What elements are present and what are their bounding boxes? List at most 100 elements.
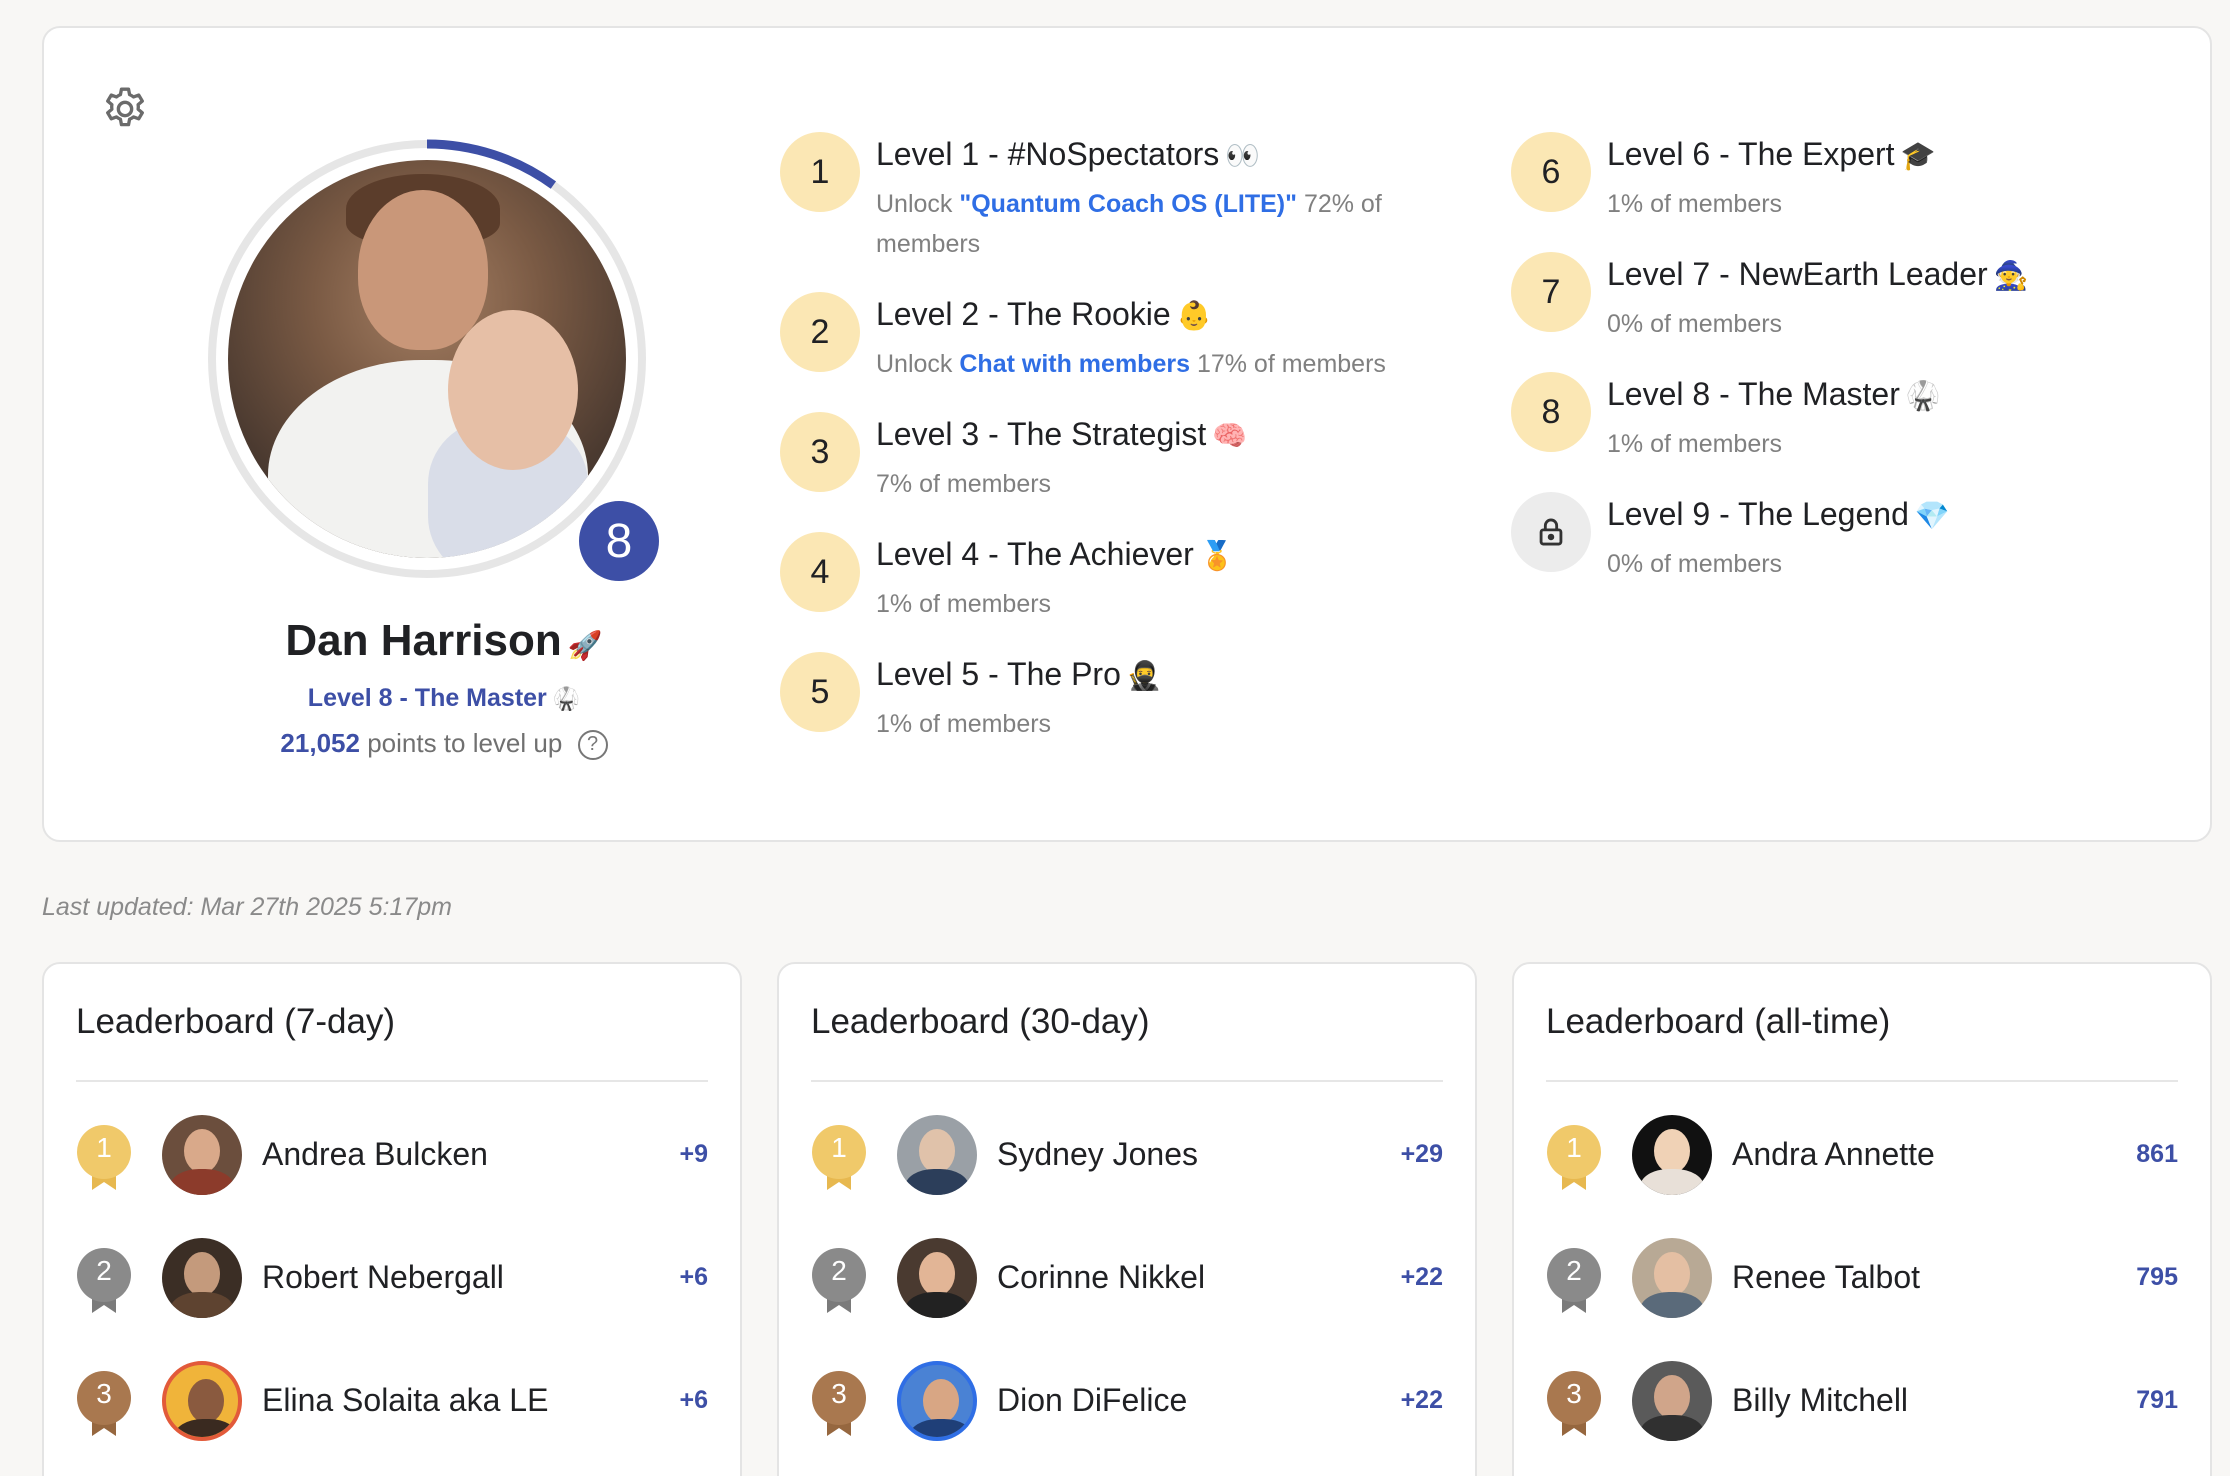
rocket-icon: 🚀: [567, 630, 603, 661]
member-name[interactable]: Billy Mitchell: [1732, 1382, 1908, 1419]
martial-arts-uniform-icon: 🥋: [1905, 380, 1941, 411]
divider: [76, 1080, 708, 1082]
wizard-icon: 🧙: [1993, 260, 2029, 291]
level-members: 0% of members: [1607, 550, 1783, 578]
member-points: +6: [679, 1263, 708, 1291]
member-points: +29: [1400, 1140, 1443, 1168]
level-number-circle: 8: [1511, 372, 1591, 452]
divider: [811, 1080, 1443, 1082]
brain-icon: 🧠: [1212, 420, 1248, 451]
avatar[interactable]: [897, 1115, 977, 1195]
level-number-circle: 5: [780, 652, 860, 732]
bronze-medal-icon: 3: [1546, 1370, 1602, 1438]
level-members: 1% of members: [1607, 430, 1783, 458]
member-points: 861: [2136, 1140, 2178, 1168]
leaderboard-row: 1 Sydney Jones +29: [811, 1110, 1443, 1200]
leaderboard-row: 2 Corinne Nikkel +22: [811, 1233, 1443, 1323]
unlock-link-chat[interactable]: Chat with members: [959, 350, 1190, 378]
leaderboard-row: 3 Billy Mitchell 791: [1546, 1356, 2178, 1446]
gear-icon[interactable]: [100, 84, 150, 134]
level-title: Level 5 - The Pro 🥷: [876, 656, 1162, 692]
member-name[interactable]: Renee Talbot: [1732, 1259, 1920, 1296]
level-members: 1% of members: [1607, 190, 1783, 218]
avatar[interactable]: [1632, 1115, 1712, 1195]
level-title: Level 8 - The Master 🥋: [1607, 376, 1941, 412]
member-name[interactable]: Elina Solaita aka LE: [262, 1382, 548, 1419]
level-title: Level 6 - The Expert 🎓: [1607, 136, 1936, 172]
unlock-link-quantum-coach[interactable]: "Quantum Coach OS (LITE)": [959, 190, 1297, 218]
leaderboard-title: Leaderboard (7-day): [76, 1002, 396, 1041]
question-circle-icon[interactable]: ?: [577, 730, 608, 761]
member-points: +9: [679, 1140, 708, 1168]
member-name[interactable]: Dion DiFelice: [997, 1382, 1187, 1419]
ninja-icon: 🥷: [1126, 660, 1162, 691]
profile-avatar[interactable]: 8: [204, 136, 664, 586]
avatar[interactable]: [162, 1238, 242, 1318]
baby-icon: 👶: [1176, 300, 1212, 331]
graduation-cap-icon: 🎓: [1900, 140, 1936, 171]
leaderboard-row: 2 Robert Nebergall +6: [76, 1233, 708, 1323]
level-members: 7% of members: [876, 470, 1052, 498]
level-number-circle: 3: [780, 412, 860, 492]
avatar[interactable]: [162, 1115, 242, 1195]
gem-icon: 💎: [1914, 500, 1950, 531]
level-members: 1% of members: [876, 710, 1052, 738]
level-title: Level 4 - The Achiever 🏅: [876, 536, 1235, 572]
avatar-photo: [228, 160, 626, 558]
leaderboard-row: 1 Andrea Bulcken +9: [76, 1110, 708, 1200]
member-points: +22: [1400, 1386, 1443, 1414]
member-points: +6: [679, 1386, 708, 1414]
profile-card: 8 Dan Harrison 🚀 Level 8 - The Master 🥋 21…: [42, 26, 2212, 842]
level-badge: 8: [574, 496, 664, 586]
avatar[interactable]: [897, 1361, 977, 1441]
member-name[interactable]: Andrea Bulcken: [262, 1136, 488, 1173]
gold-medal-icon: 1: [76, 1124, 132, 1192]
level-subtext: Unlock "Quantum Coach OS (LITE)" 72% of …: [876, 190, 1382, 258]
level-members: 1% of members: [876, 590, 1052, 618]
profile-name: Dan Harrison 🚀: [144, 616, 744, 666]
points-number: 21,052: [280, 728, 360, 758]
divider: [1546, 1080, 2178, 1082]
silver-medal-icon: 2: [1546, 1247, 1602, 1315]
level-members: 0% of members: [1607, 310, 1783, 338]
gold-medal-icon: 1: [1546, 1124, 1602, 1192]
leaderboard-7-day: Leaderboard (7-day) 1 Andrea Bulcken +9 …: [42, 962, 742, 1476]
level-title: Level 1 - #NoSpectators 👀: [876, 136, 1261, 172]
profile-level: Level 8 - The Master 🥋: [144, 684, 744, 713]
avatar[interactable]: [162, 1361, 242, 1441]
member-name[interactable]: Sydney Jones: [997, 1136, 1198, 1173]
avatar[interactable]: [1632, 1238, 1712, 1318]
level-title: Level 3 - The Strategist 🧠: [876, 416, 1248, 452]
bronze-medal-icon: 3: [76, 1370, 132, 1438]
gold-medal-icon: 1: [811, 1124, 867, 1192]
member-points: 795: [2136, 1263, 2178, 1291]
points-to-level-up: 21,052 points to level up ?: [144, 728, 744, 761]
profile-level-text: Level 8 - The Master: [307, 684, 547, 712]
level-number-circle: 4: [780, 532, 860, 612]
eyes-icon: 👀: [1225, 140, 1261, 171]
martial-arts-uniform-icon: 🥋: [552, 686, 581, 711]
leaderboard-30-day: Leaderboard (30-day) 1 Sydney Jones +29 …: [777, 962, 1477, 1476]
leaderboard-title: Leaderboard (all-time): [1546, 1002, 1891, 1041]
level-number-circle: 2: [780, 292, 860, 372]
bronze-medal-icon: 3: [811, 1370, 867, 1438]
leaderboard-row: 1 Andra Annette 861: [1546, 1110, 2178, 1200]
member-name[interactable]: Robert Nebergall: [262, 1259, 504, 1296]
member-name[interactable]: Corinne Nikkel: [997, 1259, 1205, 1296]
level-members: 17% of members: [1196, 350, 1386, 378]
points-suffix: points to level up: [367, 728, 563, 758]
leaderboard-title: Leaderboard (30-day): [811, 1002, 1150, 1041]
leaderboard-all-time: Leaderboard (all-time) 1 Andra Annette 8…: [1512, 962, 2212, 1476]
level-subtext: Unlock Chat with members 17% of members: [876, 350, 1386, 378]
last-updated: Last updated: Mar 27th 2025 5:17pm: [42, 893, 453, 921]
medal-icon: 🏅: [1199, 540, 1235, 571]
level-number-circle: 1: [780, 132, 860, 212]
avatar[interactable]: [897, 1238, 977, 1318]
lock-icon: [1511, 492, 1591, 572]
leaderboard-row: 3 Dion DiFelice +22: [811, 1356, 1443, 1446]
silver-medal-icon: 2: [811, 1247, 867, 1315]
level-title: Level 7 - NewEarth Leader 🧙: [1607, 256, 2029, 292]
member-name[interactable]: Andra Annette: [1732, 1136, 1935, 1173]
avatar[interactable]: [1632, 1361, 1712, 1441]
silver-medal-icon: 2: [76, 1247, 132, 1315]
